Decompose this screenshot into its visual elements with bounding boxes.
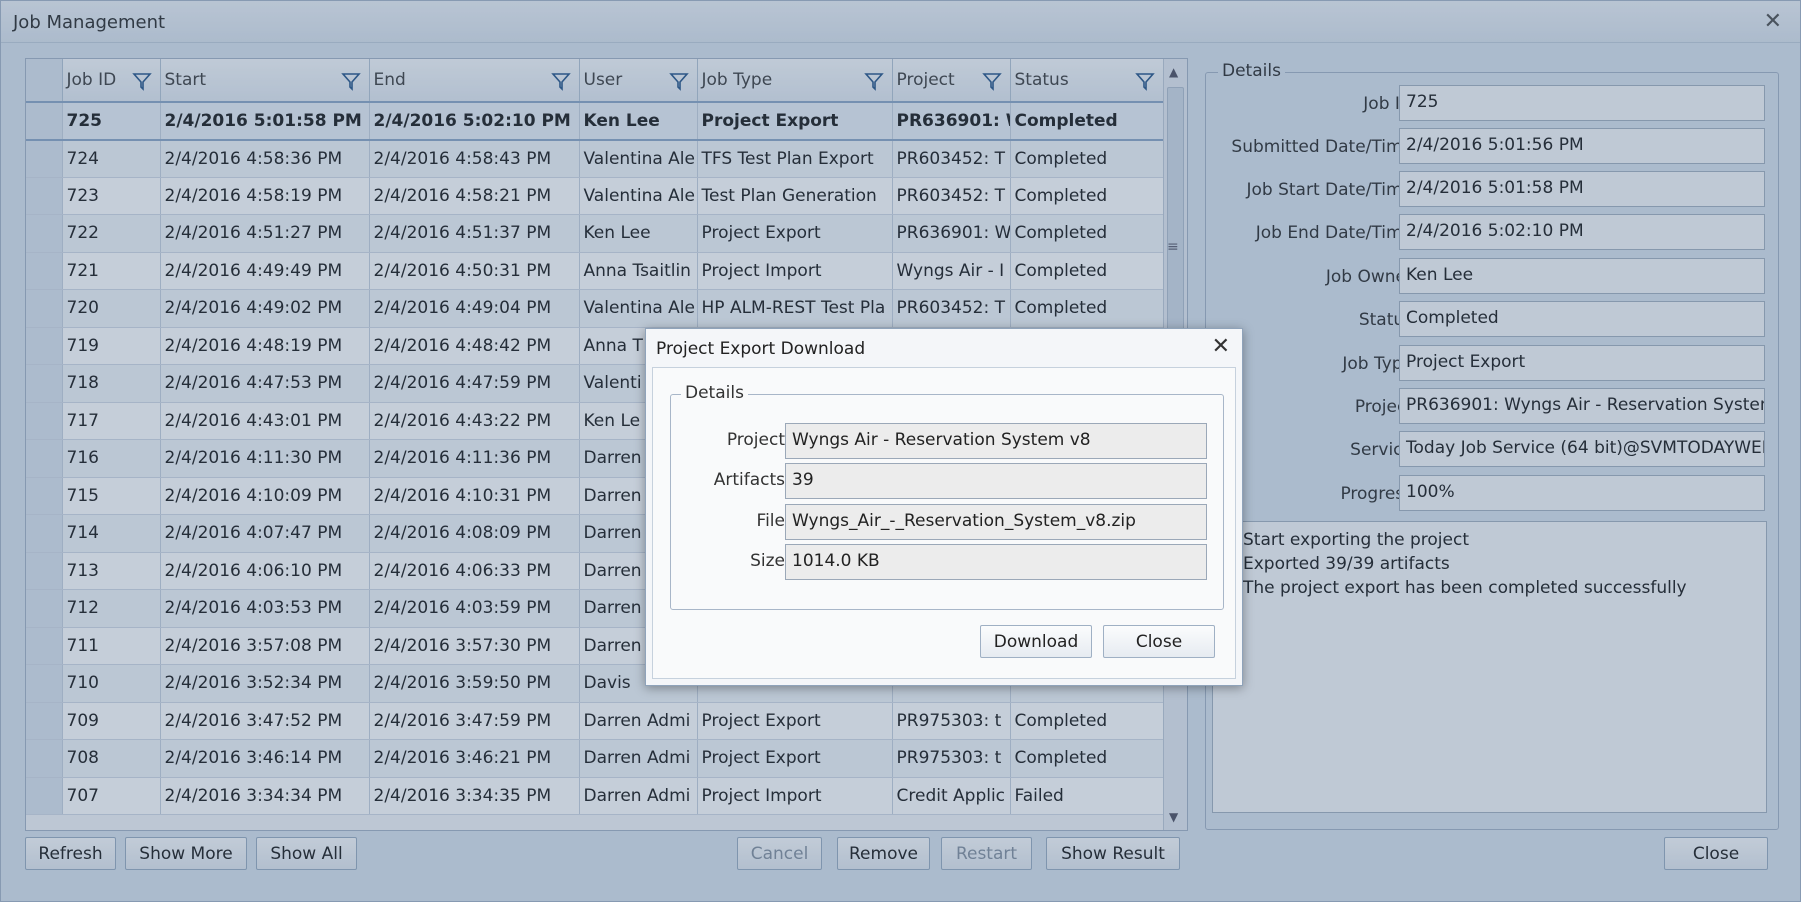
- download-button[interactable]: Download: [980, 625, 1092, 658]
- dialog-field-value[interactable]: Wyngs Air - Reservation System v8: [785, 423, 1207, 459]
- dialog-field-label: File: [756, 511, 785, 531]
- dialog-field-project: Project Wyngs Air - Reservation System v8: [671, 423, 1225, 459]
- dialog-field-value[interactable]: Wyngs_Air_-_Reservation_System_v8.zip: [785, 504, 1207, 540]
- dialog-details-legend: Details: [681, 383, 748, 403]
- dialog-body: Details Project Wyngs Air - Reservation S…: [652, 367, 1236, 679]
- dialog-field-value[interactable]: 1014.0 KB: [785, 544, 1207, 580]
- dialog-field-label: Size: [750, 551, 785, 571]
- dialog-field-label: Artifacts: [713, 470, 785, 490]
- dialog-field-value[interactable]: 39: [785, 463, 1207, 499]
- dialog-close-icon[interactable]: ✕: [1212, 334, 1230, 359]
- dialog-field-size: Size 1014.0 KB: [671, 544, 1225, 580]
- dialog-field-artifacts: Artifacts 39: [671, 463, 1225, 499]
- dialog-close-button[interactable]: Close: [1103, 625, 1215, 658]
- dialog-field-label: Project: [726, 430, 785, 450]
- project-export-download-dialog: Project Export Download ✕ Details Projec…: [645, 328, 1243, 686]
- dialog-details-group: Details Project Wyngs Air - Reservation S…: [670, 383, 1225, 610]
- dialog-field-file: File Wyngs_Air_-_Reservation_System_v8.zi…: [671, 504, 1225, 540]
- dialog-title: Project Export Download: [656, 339, 866, 359]
